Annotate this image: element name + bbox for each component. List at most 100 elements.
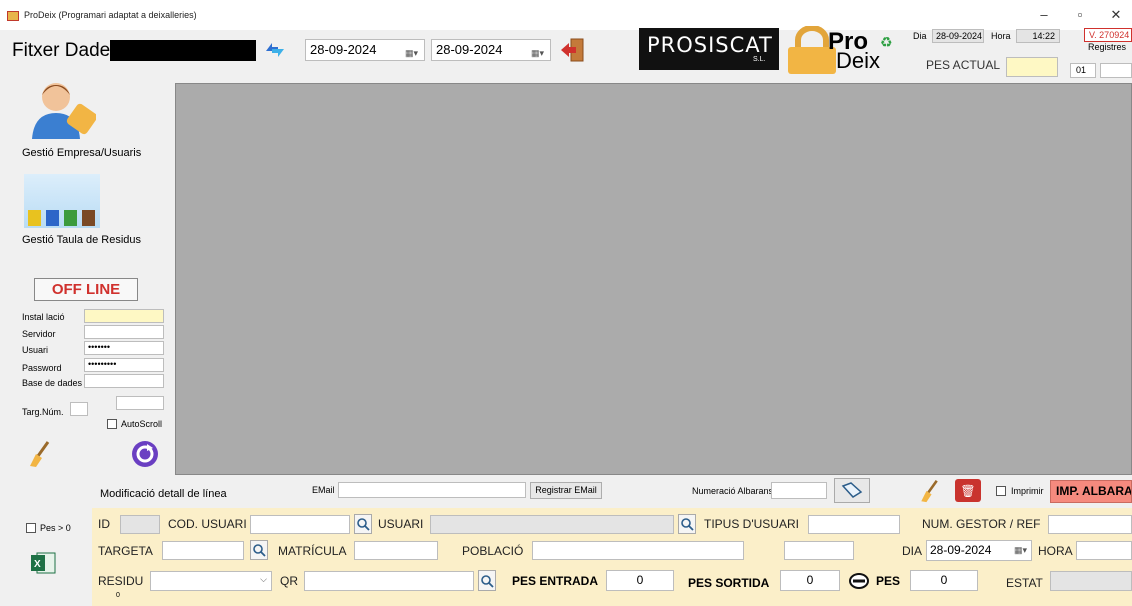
chevron-down-icon: ⌵ (260, 574, 267, 584)
pes-entrada-field[interactable]: 0 (606, 570, 674, 591)
usuari-label: USUARI (378, 517, 424, 531)
hora-value-field: 14:22 (1016, 29, 1060, 43)
pes-field[interactable]: 0 (910, 570, 978, 591)
servidor-field[interactable] (84, 325, 164, 339)
registres-label: Registres (1088, 42, 1127, 52)
num-gestor-field[interactable] (1048, 515, 1132, 534)
cod-usuari-field[interactable] (250, 515, 350, 534)
autoscroll-label: AutoScroll (121, 419, 163, 429)
targ-extra-field[interactable] (116, 396, 164, 410)
targ-num-field[interactable] (70, 402, 88, 416)
calendar-dropdown-icon[interactable]: ▦▾ (531, 43, 544, 63)
imp-albara-button[interactable]: IMP. ALBARA (1050, 480, 1132, 503)
password-field[interactable]: ••••••••• (84, 358, 164, 372)
app-icon (7, 11, 19, 21)
clear-broom-icon[interactable] (915, 479, 943, 503)
date-from-picker[interactable]: 28-09-2024 ▦▾ (305, 39, 425, 61)
tipus-usuari-field[interactable] (808, 515, 900, 534)
residu-label: RESIDU (98, 574, 144, 588)
maximize-button[interactable]: ▫ (1066, 5, 1094, 25)
hora-label: HORA (1038, 544, 1073, 558)
search-icon[interactable] (250, 540, 268, 560)
date-from-value: 28-09-2024 (310, 42, 377, 57)
imprimir-checkbox[interactable] (996, 486, 1006, 496)
recycle-bins-icon[interactable] (24, 174, 100, 228)
hora-label: Hora (991, 31, 1011, 41)
search-icon[interactable] (478, 570, 496, 591)
search-icon[interactable] (354, 514, 372, 534)
pes0-label: Pes > 0 (40, 523, 71, 533)
id-label: ID (98, 517, 110, 531)
prosiscat-logo: PROSISCAT S.L. (639, 28, 779, 70)
detail-form: ID COD. USUARI USUARI TIPUS D'USUARI NUM… (92, 508, 1132, 606)
prosiscat-sub: S.L. (753, 56, 766, 63)
pes-actual-field (1006, 57, 1058, 77)
calendar-dropdown-icon[interactable]: ▦▾ (405, 43, 418, 63)
minimize-button[interactable]: – (1030, 5, 1058, 25)
autoscroll-checkbox[interactable] (107, 419, 117, 429)
usuari-field[interactable]: ••••••• (84, 341, 164, 355)
pes-actual-label: PES ACTUAL (926, 58, 1001, 72)
exit-door-icon[interactable] (558, 35, 588, 65)
calendar-dropdown-icon[interactable]: ▦▾ (1014, 541, 1027, 560)
modificacio-label: Modificació detall de línea (100, 488, 227, 500)
targeta-label: TARGETA (98, 544, 153, 558)
qr-field[interactable] (304, 571, 474, 591)
gestio-residus-label[interactable]: Gestió Taula de Residus (22, 234, 141, 246)
excel-icon[interactable]: X (30, 551, 58, 575)
numeracio-field[interactable] (771, 482, 827, 499)
recycle-icon: ♻ (880, 34, 893, 50)
poblacio-field[interactable] (532, 541, 744, 560)
servidor-label: Servidor (22, 329, 56, 339)
estat-label: ESTAT (1006, 576, 1043, 590)
pes-label: PES (876, 574, 901, 588)
poblacio-label: POBLACIÓ (462, 544, 524, 558)
close-button[interactable]: ✕ (1102, 5, 1130, 25)
logo-deix-text: Deix (836, 48, 881, 73)
title-bar: ProDeix (Programari adaptat a deixalleri… (0, 0, 1132, 30)
swap-arrows-icon[interactable] (262, 38, 288, 62)
dia-value: 28-09-2024 (930, 543, 992, 557)
targeta-field[interactable] (162, 541, 244, 560)
id-field[interactable] (120, 515, 160, 534)
date-to-picker[interactable]: 28-09-2024 ▦▾ (431, 39, 551, 61)
user-key-icon[interactable] (22, 77, 100, 141)
registrar-email-button[interactable]: Registrar EMail (530, 482, 602, 499)
fitxer-path-field[interactable] (110, 40, 256, 61)
targ-num-label: Targ.Núm. (22, 407, 64, 417)
minus-circle-icon[interactable] (848, 571, 870, 591)
usuari-field[interactable] (430, 515, 674, 534)
pes-entrada-label: PES ENTRADA (512, 574, 599, 588)
pes-sortida-field[interactable]: 0 (780, 570, 840, 591)
dia-picker[interactable]: 28-09-2024 ▦▾ (926, 540, 1032, 561)
matricula-label: MATRÍCULA (278, 544, 347, 558)
svg-text:X: X (34, 559, 41, 570)
records-grid[interactable] (175, 83, 1132, 475)
email-field[interactable] (338, 482, 526, 498)
residu-select[interactable]: ⌵ (150, 571, 272, 591)
num-gestor-label: NUM. GESTOR / REF (922, 517, 1041, 531)
window-title: ProDeix (Programari adaptat a deixalleri… (24, 10, 197, 20)
gestio-empresa-label[interactable]: Gestió Empresa/Usuaris (22, 147, 141, 159)
hora-field[interactable] (1076, 541, 1132, 560)
prodeix-logo: Pro Deix ♻ (784, 26, 904, 74)
poblacio-extra-field[interactable] (784, 541, 854, 560)
matricula-field[interactable] (354, 541, 438, 560)
search-icon[interactable] (678, 514, 696, 534)
date-to-value: 28-09-2024 (436, 42, 503, 57)
refresh-icon[interactable] (130, 439, 160, 469)
numeracio-edit-icon[interactable] (834, 478, 870, 503)
delete-trash-icon[interactable]: 🗑 (955, 479, 981, 502)
dia-label: DIA (902, 544, 923, 558)
registres-field (1100, 63, 1132, 78)
residu-sub-value: 0 (116, 592, 120, 599)
email-label: EMail (312, 485, 335, 495)
estat-field[interactable] (1050, 571, 1132, 591)
pes-sortida-label: PES SORTIDA (688, 576, 770, 590)
broom-icon[interactable] (24, 439, 54, 469)
instalacio-field[interactable] (84, 309, 164, 323)
pes0-checkbox[interactable] (26, 523, 36, 533)
dia-value-field: 28-09-2024 (932, 29, 984, 43)
base-dades-field[interactable] (84, 374, 164, 388)
instalacio-label: Instal lació (22, 312, 65, 322)
